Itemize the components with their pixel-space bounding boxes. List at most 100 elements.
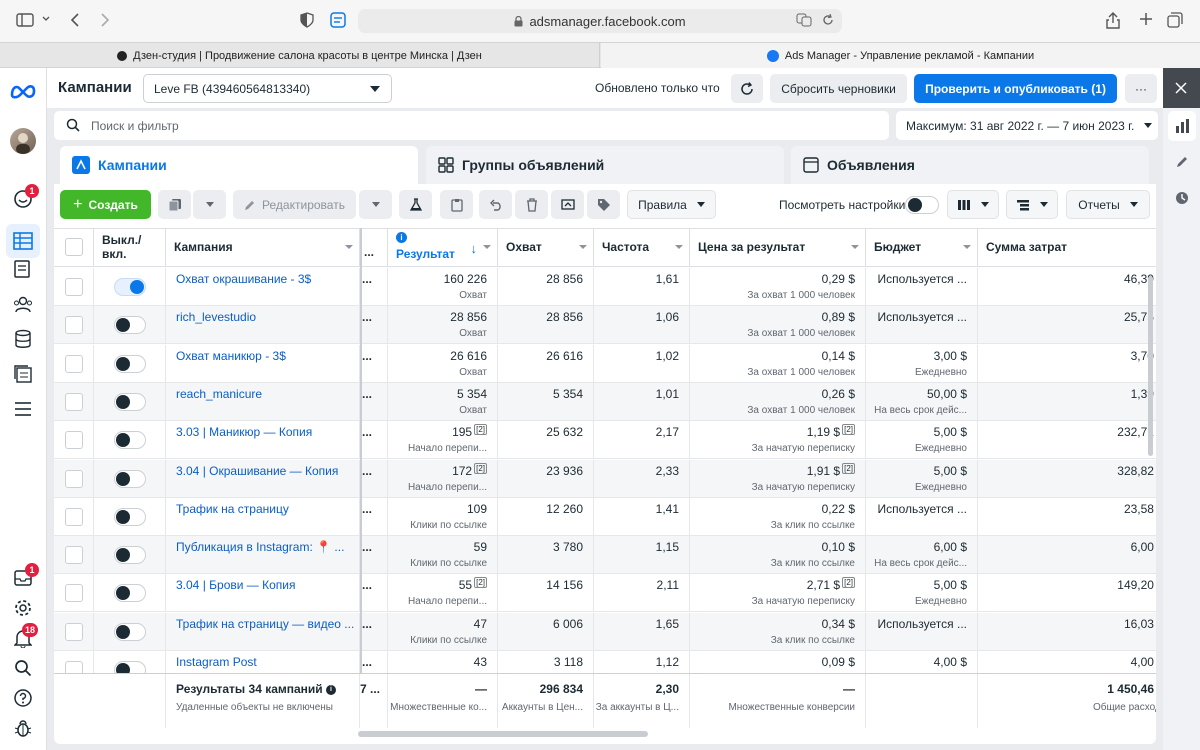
table-row[interactable]: 3.04 | Окрашивание — Копия... 172 [2] Начал… — [54, 459, 1156, 498]
campaign-status-toggle[interactable] — [114, 546, 146, 565]
audiences-icon[interactable] — [12, 293, 34, 315]
duplicate-button[interactable] — [158, 190, 191, 219]
campaign-status-toggle[interactable] — [114, 584, 146, 603]
help-icon[interactable] — [12, 687, 34, 709]
tab-adsets[interactable]: Группы объявлений — [426, 146, 784, 184]
table-row[interactable]: Охват маникюр - 3$... 26 616 Охват 26 616 1,… — [54, 344, 1156, 383]
sidebar-toggle-icon[interactable] — [16, 12, 34, 28]
bell-icon[interactable]: 18 — [12, 623, 39, 649]
column-header-spent[interactable]: Сумма затрат — [978, 229, 1156, 267]
select-all-checkbox[interactable] — [65, 238, 83, 256]
row-checkbox[interactable] — [65, 507, 83, 526]
clock-icon[interactable] — [1175, 191, 1189, 205]
more-options-button[interactable]: ··· — [1125, 74, 1157, 103]
duplicate-menu-button[interactable] — [193, 190, 226, 219]
edit-button[interactable]: Редактировать — [233, 190, 356, 219]
columns-button[interactable] — [947, 190, 999, 219]
account-selector[interactable]: Leve FB (439460564813340) — [143, 74, 392, 103]
menu-icon[interactable] — [12, 398, 34, 420]
vertical-scrollbar[interactable] — [1148, 276, 1153, 456]
browser-tab-zen[interactable]: Дзен-студия | Продвижение салона красоты… — [0, 43, 600, 68]
undo-button[interactable] — [479, 190, 512, 219]
campaign-name-link[interactable]: reach_manicure — [176, 387, 262, 401]
rules-button[interactable]: Правила — [627, 190, 716, 219]
new-tab-icon[interactable] — [1139, 12, 1153, 26]
campaign-name-link[interactable]: 3.03 | Маникюр — Копия — [176, 425, 312, 439]
row-checkbox[interactable] — [65, 354, 83, 373]
campaign-name-link[interactable]: 3.04 | Окрашивание — Копия — [176, 464, 338, 478]
row-checkbox[interactable] — [65, 469, 83, 488]
row-checkbox[interactable] — [65, 392, 83, 411]
campaign-status-toggle[interactable] — [114, 316, 146, 335]
table-row[interactable]: 3.03 | Маникюр — Копия... 195 [2] Начало пе… — [54, 421, 1156, 460]
extension-icon[interactable] — [330, 12, 346, 28]
campaign-name-link[interactable]: Instagram Post — [176, 655, 257, 669]
review-and-publish-button[interactable]: Проверить и опубликовать (1) — [914, 74, 1117, 103]
date-range-picker[interactable]: Максимум: 31 авг 2022 г. — 7 июн 2023 г. — [896, 111, 1158, 140]
table-row[interactable]: Охват окрашивание - 3$... 160 226 Охват 28 … — [54, 268, 1156, 306]
breakdown-button[interactable] — [1006, 190, 1058, 219]
table-row[interactable]: Публикация в Instagram: 📍 ...... 59 Клики … — [54, 536, 1156, 575]
delete-button[interactable] — [515, 190, 548, 219]
share-icon[interactable] — [1106, 12, 1120, 29]
discard-drafts-button[interactable]: Сбросить черновики — [770, 74, 907, 103]
translate-icon[interactable] — [796, 13, 812, 27]
campaign-status-toggle[interactable] — [114, 469, 146, 488]
view-settings-toggle[interactable] — [905, 196, 939, 214]
row-checkbox[interactable] — [65, 546, 83, 565]
edit-menu-button[interactable] — [359, 190, 392, 219]
frozen-column-divider[interactable] — [360, 228, 362, 688]
column-header-delivery[interactable]: ... — [362, 229, 388, 267]
table-row[interactable]: rich_levestudio... 28 856 Охват 28 856 1,06 0… — [54, 306, 1156, 345]
campaign-name-link[interactable]: Трафик на страницу — видео ... — [176, 617, 354, 631]
chevron-down-icon[interactable] — [42, 16, 50, 22]
ab-test-button[interactable] — [399, 190, 432, 219]
row-checkbox[interactable] — [65, 584, 83, 603]
catalog-icon[interactable] — [12, 363, 34, 385]
column-header-reach[interactable]: Охват — [498, 229, 594, 267]
campaign-name-link[interactable]: Охват окрашивание - 3$ — [176, 272, 311, 286]
browser-tab-ads-manager[interactable]: Ads Manager - Управление рекламой - Камп… — [601, 43, 1200, 68]
forward-icon[interactable] — [100, 12, 110, 28]
campaign-status-toggle[interactable] — [114, 431, 146, 450]
column-header-budget[interactable]: Бюджет — [866, 229, 978, 267]
column-header-toggle[interactable]: Выкл./вкл. — [94, 229, 166, 267]
tab-campaigns[interactable]: Кампании — [60, 146, 418, 184]
campaign-name-link[interactable]: Публикация в Instagram: 📍 ... — [176, 540, 344, 554]
campaign-status-toggle[interactable] — [114, 354, 146, 373]
refresh-button[interactable] — [731, 74, 763, 103]
column-header-cost-per-result[interactable]: Цена за результат — [690, 229, 866, 267]
pencil-icon[interactable] — [1175, 155, 1189, 169]
campaign-name-link[interactable]: rich_levestudio — [176, 310, 256, 324]
column-header-campaign[interactable]: Кампания — [166, 229, 360, 267]
horizontal-scrollbar[interactable] — [358, 731, 648, 737]
avatar[interactable] — [10, 128, 36, 154]
column-header-result[interactable]: i Результат ↓ — [388, 229, 498, 267]
privacy-shield-icon[interactable] — [300, 12, 314, 28]
campaign-status-toggle[interactable] — [114, 392, 146, 411]
campaigns-table-icon[interactable] — [6, 224, 40, 258]
table-row[interactable]: Трафик на страницу... 109 Клики по ссылке 1… — [54, 497, 1156, 536]
tab-overview-icon[interactable] — [1167, 12, 1183, 28]
campaign-name-link[interactable]: Охват маникюр - 3$ — [176, 349, 286, 363]
column-header-frequency[interactable]: Частота — [594, 229, 690, 267]
tag-button[interactable] — [587, 190, 620, 219]
bar-chart-icon[interactable] — [1168, 111, 1196, 141]
billing-icon[interactable] — [12, 328, 34, 350]
row-checkbox[interactable] — [65, 278, 83, 296]
reports-button[interactable]: Отчеты — [1066, 190, 1150, 219]
settings-gear-icon[interactable] — [12, 597, 34, 619]
notifications-icon[interactable]: 1 — [12, 184, 39, 210]
table-row[interactable]: Трафик на страницу — видео ...... 47 Клики… — [54, 612, 1156, 651]
campaign-status-toggle[interactable] — [114, 622, 146, 641]
clipboard-button[interactable] — [440, 190, 473, 219]
campaign-name-link[interactable]: Трафик на страницу — [176, 502, 289, 516]
row-checkbox[interactable] — [65, 316, 83, 335]
row-checkbox[interactable] — [65, 622, 83, 641]
url-bar[interactable]: adsmanager.facebook.com — [358, 9, 842, 33]
close-icon[interactable] — [1175, 82, 1187, 94]
row-checkbox[interactable] — [65, 431, 83, 450]
campaign-name-link[interactable]: 3.04 | Брови — Копия — [176, 578, 295, 592]
campaign-status-toggle[interactable] — [114, 278, 146, 296]
campaign-status-toggle[interactable] — [114, 507, 146, 526]
